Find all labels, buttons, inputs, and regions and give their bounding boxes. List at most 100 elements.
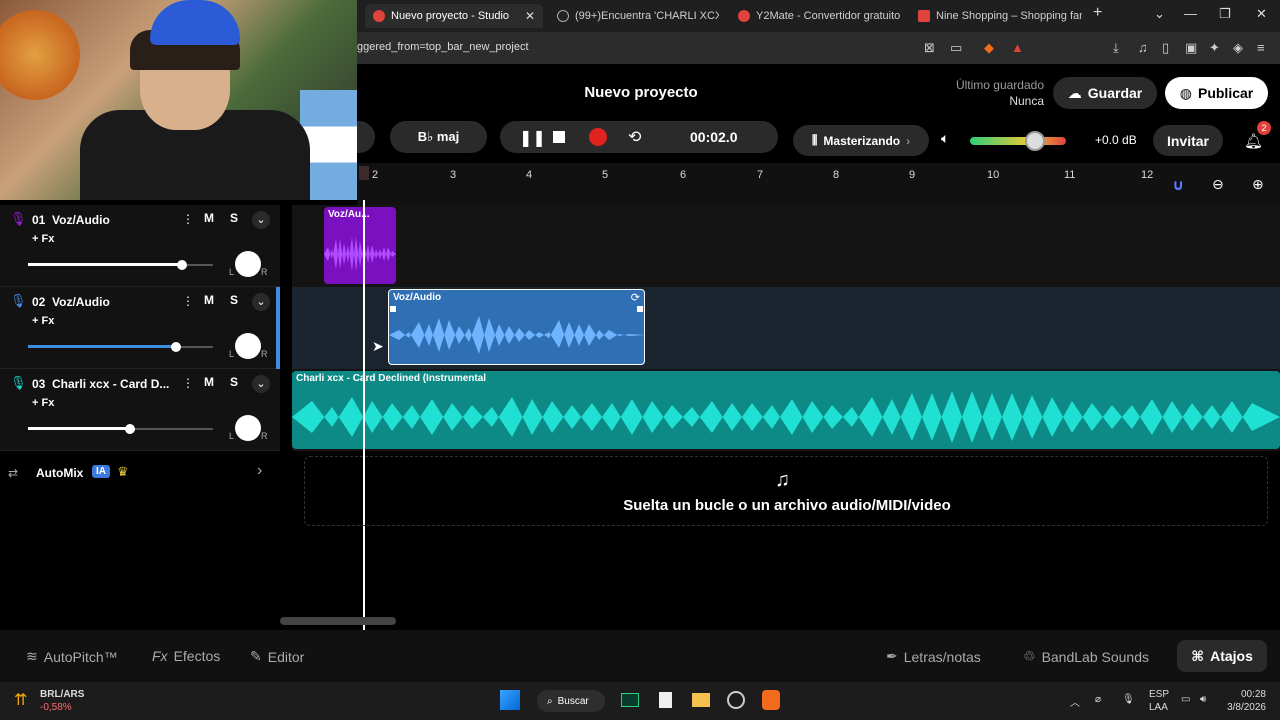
track-name[interactable]: 02 Voz/Audio	[32, 295, 110, 309]
taskbar-search[interactable]: ⌕ Buscar	[537, 690, 605, 712]
volume-icon[interactable]: 🔊︎	[1200, 694, 1206, 705]
chevron-down-icon[interactable]: ⌄	[252, 375, 270, 393]
master-volume-knob[interactable]	[1025, 131, 1045, 151]
pan-knob[interactable]	[235, 415, 261, 441]
magnet-icon[interactable]: ∪	[1172, 176, 1184, 194]
wallet-icon[interactable]: ▣	[1185, 40, 1197, 56]
terminal-app-icon[interactable]	[621, 693, 639, 707]
autopitch-button[interactable]: ≋ AutoPitch™	[26, 648, 118, 665]
mute-button[interactable]: M	[204, 293, 214, 307]
vpn-icon[interactable]: ◈	[1233, 40, 1243, 56]
automix-row[interactable]: ⇄ AutoMix IA ♛ ›	[0, 456, 280, 490]
ticker-pair[interactable]: BRL/ARS	[40, 689, 84, 700]
editor-button[interactable]: ✎ Editor	[250, 648, 304, 665]
menu-icon[interactable]: ≡	[1257, 40, 1265, 55]
add-fx-button[interactable]: + Fx	[32, 397, 54, 409]
brave-app-icon[interactable]	[762, 690, 780, 710]
tab-tiktok[interactable]: (99+)Encuentra 'CHARLI XCX' en	[549, 4, 719, 28]
display-icon[interactable]: ▭	[1181, 694, 1190, 705]
project-title[interactable]: Nuevo proyecto	[581, 84, 701, 101]
tab-studio[interactable]: Nuevo proyecto - Studio ✕	[365, 4, 543, 28]
track-header[interactable]: 🎙︎ 01 Voz/Audio + Fx ⋮ M S ⌄ L R	[0, 205, 280, 287]
close-tab-icon[interactable]: ✕	[525, 9, 535, 23]
pan-knob[interactable]	[235, 251, 261, 277]
close-window-icon[interactable]: ✕	[1256, 6, 1267, 22]
volume-handle[interactable]	[124, 424, 135, 434]
network-off-icon[interactable]: ⌀	[1095, 694, 1101, 705]
obs-app-icon[interactable]	[727, 691, 745, 709]
horizontal-scrollbar[interactable]	[280, 617, 396, 625]
loop-clip-icon[interactable]: ⟳	[631, 291, 640, 304]
invite-button[interactable]: Invitar	[1153, 125, 1223, 156]
chevron-down-icon[interactable]: ⌄	[252, 293, 270, 311]
solo-button[interactable]: S	[230, 375, 238, 389]
maximize-icon[interactable]: ❐	[1219, 6, 1231, 22]
music-icon[interactable]: ♫	[1138, 40, 1148, 55]
url-field[interactable]: ggered_from=top_bar_new_project	[357, 41, 529, 53]
loop-button[interactable]: ⟲	[628, 127, 641, 147]
notepad-app-icon[interactable]	[659, 692, 672, 708]
mute-button[interactable]: M	[204, 211, 214, 225]
clip-track-1[interactable]: Voz/Au...	[324, 207, 396, 284]
add-fx-button[interactable]: + Fx	[32, 315, 54, 327]
tab-list-chevron-icon[interactable]: ⌄	[1154, 6, 1165, 22]
save-button[interactable]: ☁ Guardar	[1053, 77, 1157, 109]
autopitch-icon: ≋	[26, 648, 38, 664]
track-name[interactable]: 01 Voz/Audio	[32, 213, 110, 227]
brave-shield-icon[interactable]: ◆	[984, 40, 994, 56]
track-menu-icon[interactable]: ⋮	[182, 212, 194, 226]
lang-code[interactable]: ESP	[1149, 689, 1169, 700]
mute-button[interactable]: M	[204, 375, 214, 389]
clip-track-3[interactable]: Charli xcx - Card Declined (Instrumental	[292, 371, 1280, 449]
playhead-marker[interactable]	[359, 166, 369, 180]
track-name[interactable]: 03 Charli xcx - Card D...	[32, 377, 169, 391]
playhead-line[interactable]	[363, 200, 365, 630]
bell-icon[interactable]: 🔔︎	[1244, 132, 1263, 150]
add-fx-button[interactable]: + Fx	[32, 233, 54, 245]
minimize-icon[interactable]: —	[1184, 6, 1197, 21]
effects-button[interactable]: Fx Efectos	[152, 648, 220, 664]
master-volume-slider[interactable]	[970, 137, 1066, 145]
record-button[interactable]	[589, 128, 607, 146]
pause-button[interactable]: ❚❚	[519, 128, 546, 148]
download-icon[interactable]: ⤓	[1113, 40, 1119, 56]
drop-zone[interactable]: ♫ Suelta un bucle o un archivo audio/MID…	[304, 456, 1268, 526]
lane-track-1[interactable]	[292, 205, 1280, 287]
tab-nine-shopping[interactable]: Nine Shopping – Shopping famil	[910, 4, 1082, 28]
track-menu-icon[interactable]: ⋮	[182, 294, 194, 308]
track-header[interactable]: 🎙︎ 02 Voz/Audio + Fx ⋮ M S ⌄ L R	[0, 287, 280, 369]
zoom-out-icon[interactable]: ⊖	[1212, 176, 1224, 193]
solo-button[interactable]: S	[230, 293, 238, 307]
leo-ai-icon[interactable]: ✦	[1209, 40, 1220, 56]
clip-track-2[interactable]: Voz/Audio ⟳	[388, 289, 645, 365]
volume-handle[interactable]	[171, 342, 181, 352]
clock-time[interactable]: 00:28	[1238, 689, 1266, 700]
windows-start-icon[interactable]	[500, 690, 520, 710]
globe-icon: ◍	[1179, 84, 1192, 101]
lyrics-button[interactable]: ✒ Letras/notas	[886, 648, 981, 665]
mastering-button[interactable]: ⫼ Masterizando ›	[793, 125, 929, 156]
chevron-down-icon[interactable]: ⌄	[252, 211, 270, 229]
bandlab-sounds-button[interactable]: ♲ BandLab Sounds	[1023, 648, 1149, 665]
key-selector[interactable]: B♭ maj	[390, 121, 487, 153]
volume-handle[interactable]	[176, 260, 187, 270]
publish-button[interactable]: ◍ Publicar	[1165, 77, 1268, 109]
file-explorer-icon[interactable]	[692, 693, 710, 707]
waveform	[292, 391, 1280, 443]
cast-icon[interactable]: ▭	[950, 40, 962, 56]
zoom-in-icon[interactable]: ⊕	[1252, 176, 1264, 193]
track-menu-icon[interactable]: ⋮	[182, 376, 194, 390]
solo-button[interactable]: S	[230, 211, 238, 225]
pan-knob[interactable]	[235, 333, 261, 359]
speaker-icon[interactable]: 🔈︎	[941, 130, 949, 147]
tray-chevron-icon[interactable]: ︿	[1070, 694, 1080, 709]
tab-y2mate[interactable]: Y2Mate - Convertidor gratuito de	[730, 4, 900, 28]
sidebar-icon[interactable]: ▯	[1162, 40, 1169, 56]
track-header[interactable]: 🎙︎ 03 Charli xcx - Card D... + Fx ⋮ M S …	[0, 369, 280, 451]
camera-blocked-icon[interactable]: ⊠	[924, 40, 935, 56]
shortcuts-button[interactable]: ⌘ Atajos	[1177, 640, 1267, 672]
new-tab-icon[interactable]: +	[1093, 4, 1102, 22]
stop-button[interactable]	[553, 131, 565, 143]
brave-rewards-icon[interactable]: ▲	[1011, 40, 1024, 55]
microphone-icon[interactable]: 🎙︎	[1122, 694, 1135, 705]
